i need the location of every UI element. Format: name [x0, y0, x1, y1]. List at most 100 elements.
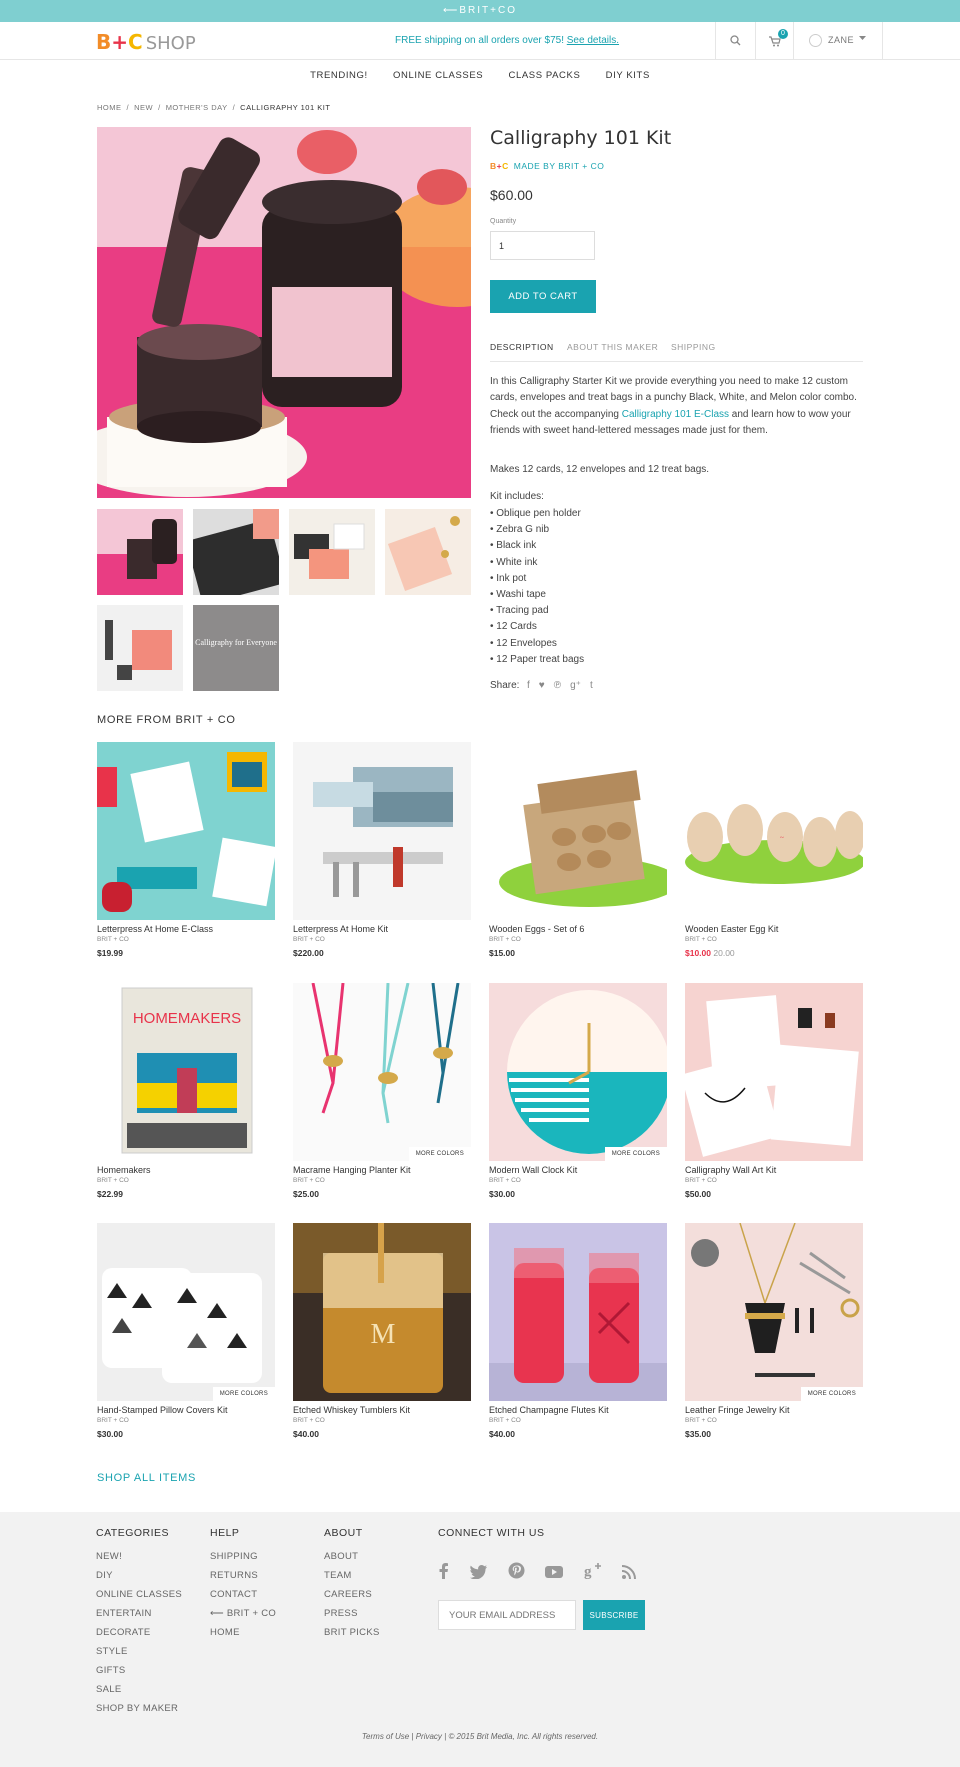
card-image[interactable]: [489, 742, 667, 920]
card-image[interactable]: MORE COLORS: [293, 983, 471, 1161]
pinterest-icon[interactable]: [508, 1562, 525, 1584]
card-name[interactable]: Hand-Stamped Pillow Covers Kit: [97, 1405, 275, 1415]
product-card[interactable]: Etched Champagne Flutes Kit BRIT + CO $4…: [489, 1223, 667, 1439]
more-colors-badge[interactable]: MORE COLORS: [800, 1387, 863, 1401]
eclass-link[interactable]: Calligraphy 101 E-Class: [622, 409, 729, 420]
pinterest-icon[interactable]: ℗: [554, 680, 561, 691]
footer-link[interactable]: BRIT PICKS: [324, 1623, 380, 1642]
tab-shipping[interactable]: SHIPPING: [671, 342, 716, 352]
googleplus-icon[interactable]: g: [584, 1563, 602, 1584]
search-button[interactable]: [715, 22, 755, 59]
card-name[interactable]: Letterpress At Home E-Class: [97, 924, 275, 934]
product-card[interactable]: MORE COLORS Macrame Hanging Planter Kit …: [293, 983, 471, 1199]
footer-link[interactable]: ABOUT: [324, 1547, 380, 1566]
footer-link[interactable]: TEAM: [324, 1566, 380, 1585]
footer-link[interactable]: RETURNS: [210, 1566, 276, 1585]
logo[interactable]: B+C SHOP: [96, 30, 196, 54]
card-image[interactable]: MORE COLORS: [97, 1223, 275, 1401]
footer-link[interactable]: CONTACT: [210, 1585, 276, 1604]
crumb-home[interactable]: HOME: [97, 103, 122, 112]
product-thumb[interactable]: [385, 509, 471, 595]
twitter-icon[interactable]: [470, 1565, 488, 1584]
product-card[interactable]: Calligraphy Wall Art Kit BRIT + CO $50.0…: [685, 983, 863, 1199]
product-card[interactable]: MORE COLORS Hand-Stamped Pillow Covers K…: [97, 1223, 275, 1439]
footer-link[interactable]: DIY: [96, 1566, 182, 1585]
more-colors-badge[interactable]: MORE COLORS: [212, 1387, 275, 1401]
card-name[interactable]: Etched Champagne Flutes Kit: [489, 1405, 667, 1415]
footer-link[interactable]: STYLE: [96, 1642, 182, 1661]
card-image[interactable]: M: [293, 1223, 471, 1401]
crumb-mothers-day[interactable]: MOTHER'S DAY: [166, 103, 228, 112]
footer-link[interactable]: ONLINE CLASSES: [96, 1585, 182, 1604]
brand-topbar[interactable]: ⟵BRIT+CO: [0, 0, 960, 22]
add-to-cart-button[interactable]: ADD TO CART: [490, 280, 596, 313]
maker-link[interactable]: MADE BY BRIT + CO: [514, 161, 605, 171]
tab-about-maker[interactable]: ABOUT THIS MAKER: [567, 342, 658, 352]
footer-link[interactable]: HOME: [210, 1623, 276, 1642]
card-image[interactable]: [685, 983, 863, 1161]
footer-link[interactable]: DECORATE: [96, 1623, 182, 1642]
more-colors-badge[interactable]: MORE COLORS: [604, 1147, 667, 1161]
nav-trending[interactable]: TRENDING!: [310, 60, 368, 92]
product-thumb[interactable]: [289, 509, 375, 595]
card-name[interactable]: Homemakers: [97, 1165, 275, 1175]
card-name[interactable]: Letterpress At Home Kit: [293, 924, 471, 934]
card-name[interactable]: Etched Whiskey Tumblers Kit: [293, 1405, 471, 1415]
tumblr-icon[interactable]: t: [590, 680, 593, 691]
subscribe-button[interactable]: SUBSCRIBE: [583, 1600, 645, 1630]
product-card[interactable]: HOMEMAKERS Homemakers BRIT + CO $22.99: [97, 983, 275, 1199]
product-card[interactable]: ~ Wooden Easter Egg Kit BRIT + CO $10.00…: [685, 742, 863, 958]
shop-all-link[interactable]: SHOP ALL ITEMS: [97, 1472, 196, 1484]
googleplus-icon[interactable]: g⁺: [570, 680, 581, 691]
footer-link[interactable]: SALE: [96, 1680, 182, 1699]
card-name[interactable]: Calligraphy Wall Art Kit: [685, 1165, 863, 1175]
promo-link[interactable]: See details.: [567, 35, 619, 46]
product-thumb[interactable]: [193, 509, 279, 595]
footer-link[interactable]: SHIPPING: [210, 1547, 276, 1566]
topbar-text[interactable]: ⟵BRIT+CO: [443, 5, 517, 16]
crumb-new[interactable]: NEW: [134, 103, 153, 112]
footer-link[interactable]: ⟵ BRIT + CO: [210, 1604, 276, 1623]
card-image[interactable]: HOMEMAKERS: [97, 983, 275, 1161]
card-image[interactable]: [293, 742, 471, 920]
user-menu[interactable]: ZANE: [793, 22, 883, 59]
email-input[interactable]: [438, 1600, 576, 1630]
card-name[interactable]: Macrame Hanging Planter Kit: [293, 1165, 471, 1175]
card-image[interactable]: [97, 742, 275, 920]
footer-link[interactable]: CAREERS: [324, 1585, 380, 1604]
footer-link[interactable]: GIFTS: [96, 1661, 182, 1680]
cart-button[interactable]: 0: [755, 22, 793, 59]
tab-description[interactable]: DESCRIPTION: [490, 342, 554, 352]
card-image[interactable]: MORE COLORS: [685, 1223, 863, 1401]
product-card[interactable]: MORE COLORS Leather Fringe Jewelry Kit B…: [685, 1223, 863, 1439]
footer-link[interactable]: ENTERTAIN: [96, 1604, 182, 1623]
footer-link[interactable]: NEW!: [96, 1547, 182, 1566]
product-main-image[interactable]: [97, 127, 471, 498]
card-image[interactable]: ~: [685, 742, 863, 920]
youtube-icon[interactable]: [545, 1565, 564, 1584]
product-card[interactable]: Wooden Eggs - Set of 6 BRIT + CO $15.00: [489, 742, 667, 958]
nav-online-classes[interactable]: ONLINE CLASSES: [393, 60, 483, 92]
card-image[interactable]: [489, 1223, 667, 1401]
product-thumb[interactable]: Calligraphy for Everyone: [193, 605, 279, 691]
product-card[interactable]: M Etched Whiskey Tumblers Kit BRIT + CO …: [293, 1223, 471, 1439]
product-thumb[interactable]: [97, 605, 183, 691]
rss-icon[interactable]: [622, 1565, 637, 1584]
footer-link[interactable]: SHOP BY MAKER: [96, 1699, 182, 1718]
card-image[interactable]: MORE COLORS: [489, 983, 667, 1161]
card-name[interactable]: Wooden Eggs - Set of 6: [489, 924, 667, 934]
footer-link[interactable]: PRESS: [324, 1604, 380, 1623]
facebook-icon[interactable]: [438, 1563, 450, 1584]
nav-class-packs[interactable]: CLASS PACKS: [509, 60, 581, 92]
product-card[interactable]: Letterpress At Home E-Class BRIT + CO $1…: [97, 742, 275, 958]
quantity-input[interactable]: [490, 231, 595, 260]
product-card[interactable]: MORE COLORS Modern Wall Clock Kit BRIT +…: [489, 983, 667, 1199]
facebook-icon[interactable]: f: [527, 680, 530, 691]
product-card[interactable]: Letterpress At Home Kit BRIT + CO $220.0…: [293, 742, 471, 958]
nav-diy-kits[interactable]: DIY KITS: [606, 60, 650, 92]
product-thumb[interactable]: [97, 509, 183, 595]
more-colors-badge[interactable]: MORE COLORS: [408, 1147, 471, 1161]
card-name[interactable]: Leather Fringe Jewelry Kit: [685, 1405, 863, 1415]
card-name[interactable]: Wooden Easter Egg Kit: [685, 924, 863, 934]
card-name[interactable]: Modern Wall Clock Kit: [489, 1165, 667, 1175]
